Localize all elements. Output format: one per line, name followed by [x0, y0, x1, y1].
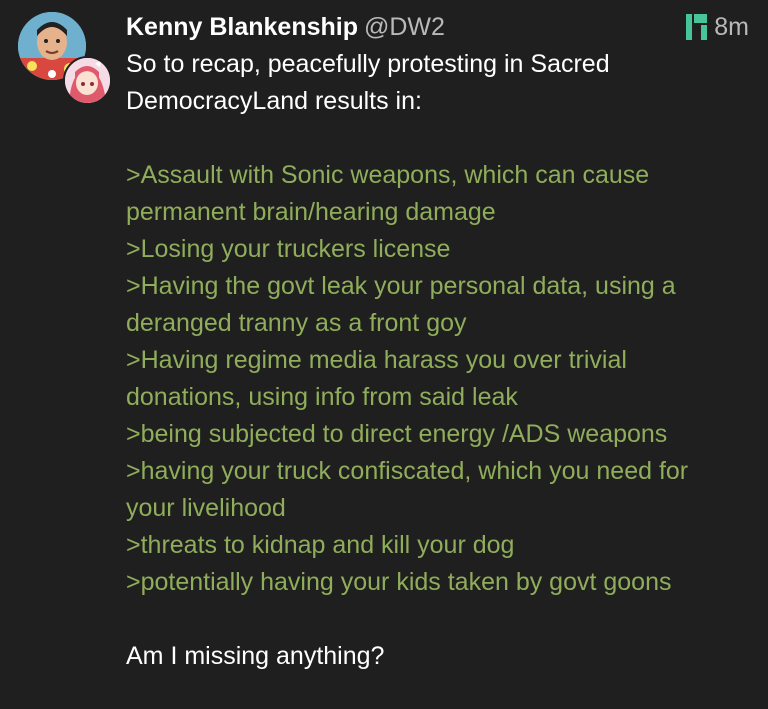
greentext-line: >Losing your truckers license [126, 235, 451, 263]
paragraph-break [126, 120, 756, 157]
author-handle[interactable]: @DW2 [364, 13, 445, 41]
secondary-avatar[interactable] [63, 56, 112, 105]
pleroma-icon [686, 14, 708, 40]
closing-line: Am I missing anything? [126, 642, 385, 670]
secondary-avatar-image [65, 58, 110, 103]
post-body: So to recap, peacefully protesting in Sa… [126, 46, 756, 675]
greentext-line: permanent brain/hearing damage [126, 198, 496, 226]
greentext-line: donations, using info from said leak [126, 383, 518, 411]
intro-line: DemocracyLand results in: [126, 87, 422, 115]
greentext-line: deranged tranny as a front goy [126, 309, 467, 337]
greentext-line: your livelihood [126, 494, 286, 522]
paragraph-break [126, 601, 756, 638]
intro-line: So to recap, peacefully protesting in Sa… [126, 50, 610, 78]
greentext-line: >potentially having your kids taken by g… [126, 568, 672, 596]
greentext-line: >Having regime media harass you over tri… [126, 346, 627, 374]
post-timestamp[interactable]: 8m [714, 8, 749, 46]
post-meta: 8m [686, 8, 749, 46]
greentext-line: >Having the govt leak your personal data… [126, 272, 676, 300]
greentext-line: >having your truck confiscated, which yo… [126, 457, 689, 485]
greentext-line: >threats to kidnap and kill your dog [126, 531, 515, 559]
author-display-name[interactable]: Kenny Blankenship [126, 13, 358, 41]
greentext-line: >Assault with Sonic weapons, which can c… [126, 161, 650, 189]
greentext-line: >being subjected to direct energy /ADS w… [126, 420, 668, 448]
post-header: Kenny Blankenship @DW2 [126, 8, 686, 46]
post: Kenny Blankenship @DW2 8m So to recap, pe… [0, 0, 768, 709]
